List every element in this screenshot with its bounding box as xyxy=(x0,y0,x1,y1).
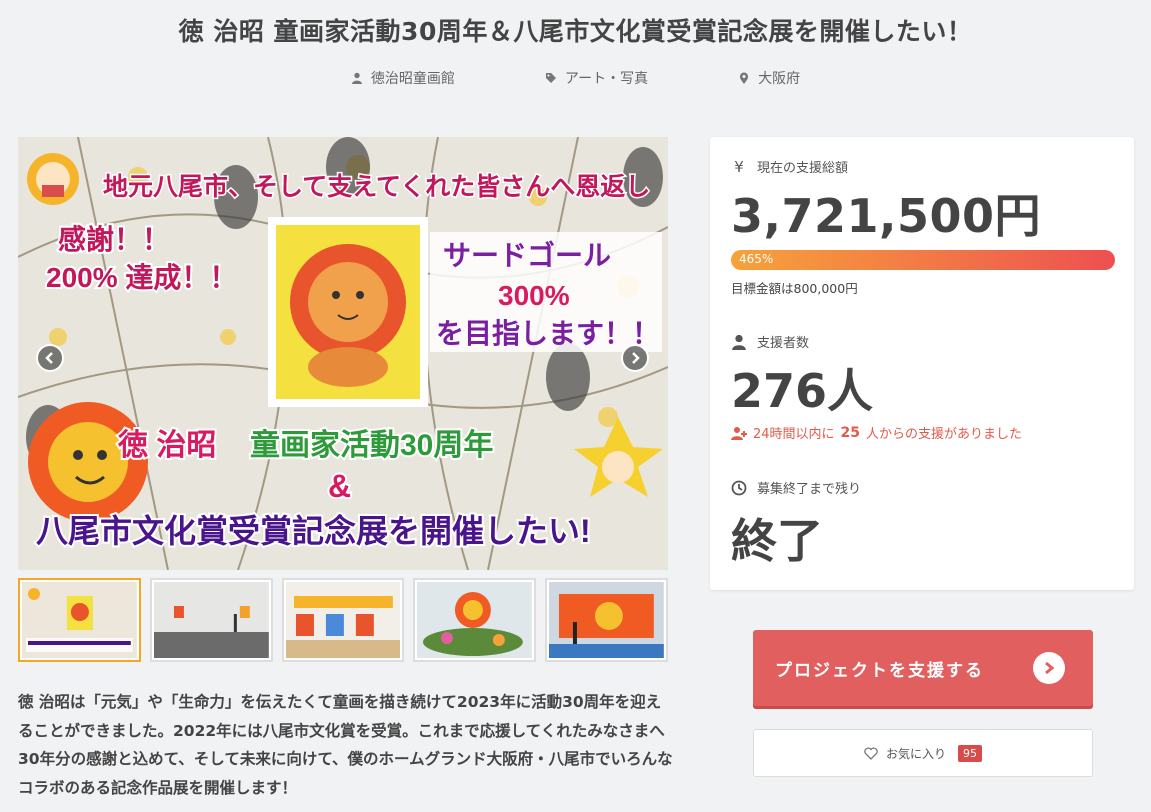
progress-bar: 465% xyxy=(731,250,1115,270)
support-button-label: プロジェクトを支援する xyxy=(775,660,984,681)
banner-top-text: 地元八尾市、そして支えてくれた皆さんへ恩返し xyxy=(103,172,650,201)
remaining-label: 募集終了まで残り xyxy=(757,482,862,497)
goal-line1: サードゴール xyxy=(443,239,611,271)
arrow-right-icon xyxy=(1033,652,1065,684)
thanks-line2: 200% 達成！！ xyxy=(46,262,237,293)
favorite-label: お気に入り xyxy=(885,746,946,761)
thanks-line1: 感謝！！ xyxy=(58,224,170,255)
prev-slide-button[interactable] xyxy=(36,344,64,372)
thumbnail-2[interactable] xyxy=(149,578,273,662)
thumbnail-4[interactable] xyxy=(413,578,537,662)
thumbnail-5[interactable] xyxy=(545,578,668,662)
meta-category[interactable]: アート・写真 xyxy=(495,68,648,88)
support-project-button[interactable]: プロジェクトを支援する xyxy=(753,630,1093,706)
supporters-label: 支援者数 xyxy=(757,336,810,351)
thumbnail-image xyxy=(549,582,664,658)
thumbnail-image xyxy=(153,582,269,658)
thumbnail-strip xyxy=(18,578,668,662)
main-image-slider[interactable]: 地元八尾市、そして支えてくれた皆さんへ恩返し 感謝！！ 200% 達成！！ サー… xyxy=(18,137,668,570)
headline1-name: 徳 治昭 xyxy=(117,429,216,462)
goal-amount: 目標金額は800,000円 xyxy=(731,281,858,296)
total-label: 現在の支援総額 xyxy=(757,161,849,176)
favorite-button[interactable]: お気に入り 95 xyxy=(753,729,1093,777)
yen-icon: ¥ xyxy=(734,157,744,176)
meta-location[interactable]: 大阪府 xyxy=(688,68,800,88)
thumbnail-image xyxy=(285,582,401,658)
headline2: 八尾市文化賞受賞記念展を開催したい! xyxy=(36,513,591,549)
headline1-anniv: 童画家活動30周年 xyxy=(250,428,493,462)
headline-amp: & xyxy=(328,468,351,504)
supporters-count: 276人 xyxy=(731,364,874,418)
user-icon xyxy=(732,334,746,350)
category-name: アート・写真 xyxy=(564,71,649,87)
total-amount: 3,721,500円 xyxy=(731,189,1041,243)
progress-label: 465% xyxy=(739,252,774,266)
main-slide-image: 地元八尾市、そして支えてくれた皆さんへ恩返し 感謝！！ 200% 達成！！ サー… xyxy=(18,137,668,570)
tag-icon xyxy=(545,73,556,83)
stats-card: ¥ 現在の支援総額 3,721,500円 465% 目標金額は800,000円 … xyxy=(710,137,1134,590)
remaining-value: 終了 xyxy=(731,514,823,568)
page-title: 徳 治昭 童画家活動30周年＆八尾市文化賞受賞記念展を開催したい！ xyxy=(178,17,973,46)
user-plus-icon xyxy=(731,426,747,440)
recent-supporters: 24時間以内に 25 人からの支援がありました xyxy=(731,423,1114,442)
thumbnail-image xyxy=(417,582,533,658)
thumbnail-1[interactable] xyxy=(18,578,141,662)
goal-line2: 300% xyxy=(498,280,570,311)
thumbnail-image xyxy=(22,582,137,658)
user-icon xyxy=(351,72,362,84)
recent-number: 25 xyxy=(840,424,861,441)
recent-suffix: 人からの支援がありました xyxy=(866,427,1023,442)
thumbnail-3[interactable] xyxy=(281,578,405,662)
chevron-left-icon xyxy=(45,352,53,364)
project-meta: 徳治昭童画館 アート・写真 大阪府 xyxy=(0,68,1151,88)
heart-icon xyxy=(864,746,878,760)
chevron-right-icon xyxy=(632,352,640,364)
owner-name: 徳治昭童画館 xyxy=(370,71,455,87)
remaining-block: 募集終了まで残り 終了 xyxy=(731,478,1114,571)
location-name: 大阪府 xyxy=(758,71,801,87)
total-block: ¥ 現在の支援総額 3,721,500円 465% 目標金額は800,000円 xyxy=(731,157,1115,297)
next-slide-button[interactable] xyxy=(621,344,649,372)
favorite-count-badge: 95 xyxy=(958,744,982,762)
map-marker-icon xyxy=(740,72,749,84)
meta-owner[interactable]: 徳治昭童画館 xyxy=(351,68,455,88)
supporters-block: 支援者数 276人 24時間以内に 25 人からの支援がありました xyxy=(731,332,1114,442)
goal-line3: を目指します！！ xyxy=(436,318,660,349)
recent-prefix: 24時間以内に xyxy=(753,427,835,442)
project-description: 徳 治昭は「元気」や「生命力」を伝えたくて童画を描き続けて2023年に活動30周… xyxy=(18,693,673,797)
clock-icon xyxy=(731,480,747,495)
